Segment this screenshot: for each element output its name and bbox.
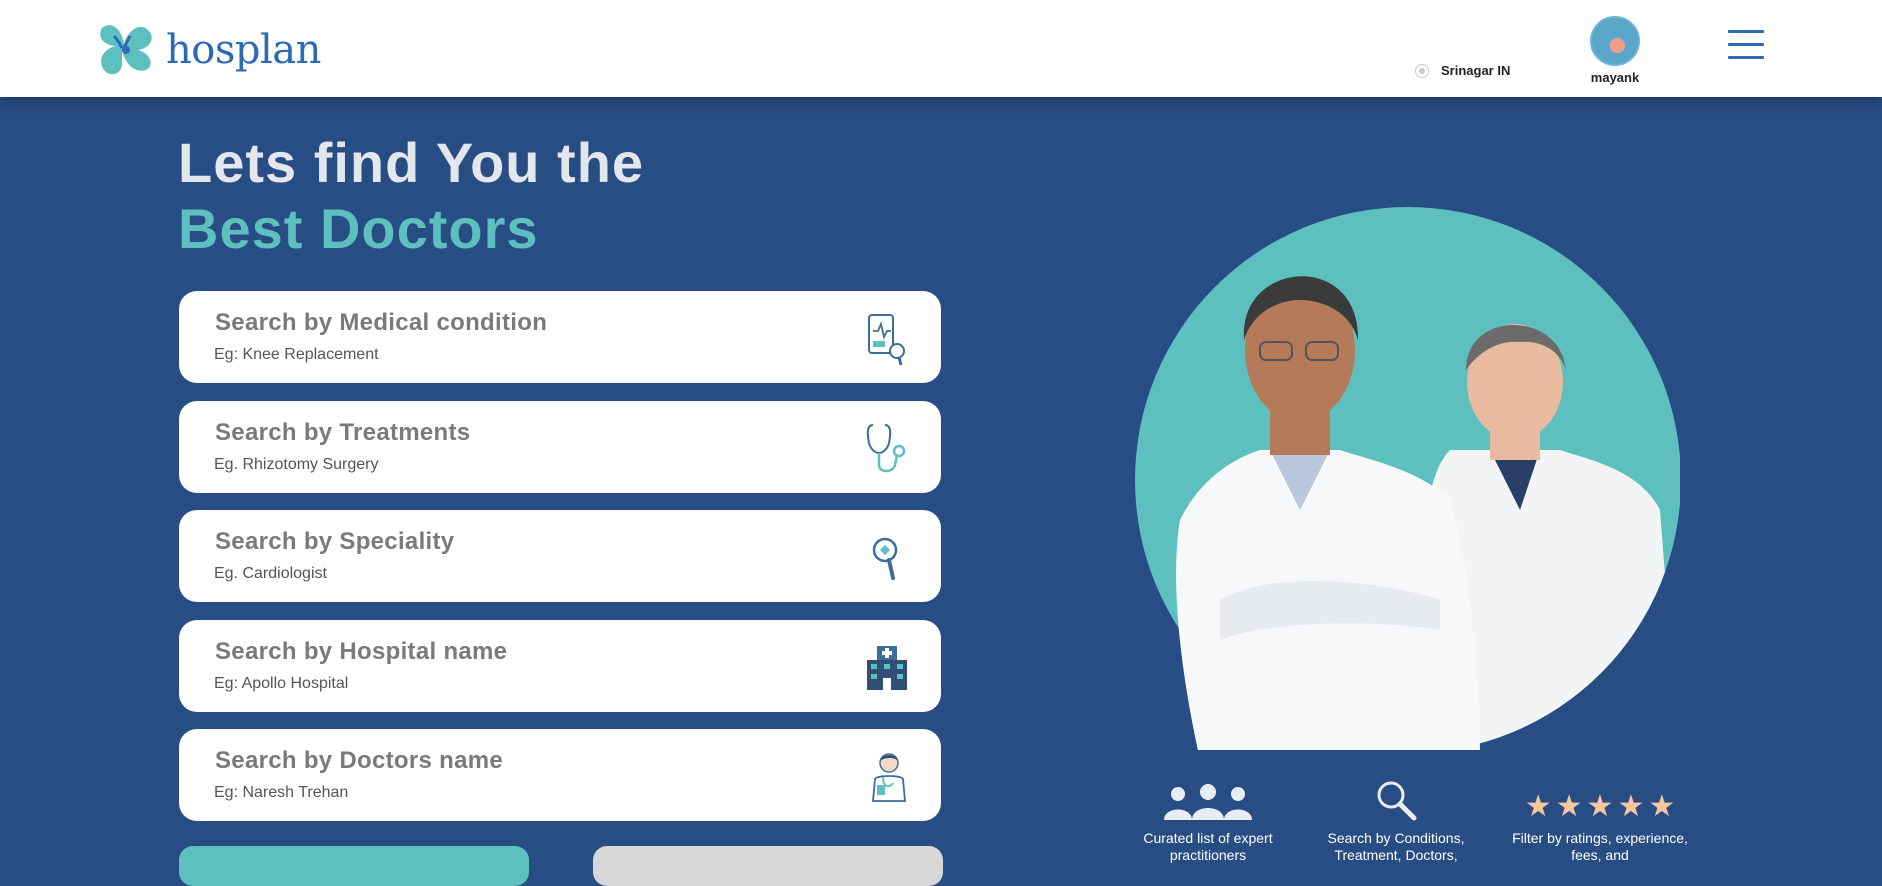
search-treatments-card[interactable]: Search by Treatments Eg. Rhizotomy Surge… [179, 401, 941, 493]
search-doctors-name-card[interactable]: Search by Doctors name Eg: Naresh Trehan [179, 729, 941, 821]
search-medical-condition-card[interactable]: Search by Medical condition Eg: Knee Rep… [179, 291, 941, 383]
search-card-example: Eg: Knee Replacement [214, 346, 379, 363]
search-card-example: Eg: Apollo Hospital [214, 675, 349, 692]
hosplan-logo[interactable]: hosplan [92, 16, 321, 84]
menu-line [1728, 56, 1764, 59]
search-card-example: Eg. Cardiologist [214, 565, 327, 582]
user-profile[interactable]: mayank [1590, 16, 1640, 85]
feature-search-conditions: Search by Conditions, Treatment, Doctors… [1306, 778, 1486, 864]
doctor-icon [872, 753, 906, 802]
search-hospital-name-card[interactable]: Search by Hospital name Eg: Apollo Hospi… [179, 620, 941, 712]
hero-heading: Lets find You the Best Doctors [178, 130, 644, 262]
menu-line [1728, 30, 1764, 33]
location-selector[interactable]: Srinagar IN [1415, 63, 1510, 78]
feature-curated-practitioners: Curated list of expert practitioners [1118, 778, 1298, 864]
secondary-action-button[interactable] [593, 846, 943, 886]
search-card-title: Search by Treatments [215, 419, 471, 446]
feature-text: Curated list of expert practitioners [1143, 830, 1273, 863]
search-card-title: Search by Speciality [215, 528, 455, 555]
magnifier-icon [872, 537, 898, 580]
five-stars-icon: ★ ★ ★ ★ ★ [1510, 778, 1690, 822]
doctors-hero-image [1135, 207, 1680, 750]
search-card-title: Search by Medical condition [215, 309, 548, 336]
hospital-building-icon [867, 646, 907, 690]
feature-text: Filter by ratings, experience, fees, and [1512, 830, 1688, 863]
feature-filter-ratings: ★ ★ ★ ★ ★ Filter by ratings, experience,… [1510, 778, 1690, 864]
hamburger-menu-button[interactable] [1728, 30, 1764, 64]
search-speciality-card[interactable]: Search by Speciality Eg. Cardiologist [179, 510, 941, 602]
medical-report-icon [868, 314, 905, 366]
hero-title-line1: Lets find You the [178, 131, 645, 194]
star-icon: ★ [1586, 790, 1614, 823]
doctors-group-icon [1164, 784, 1252, 820]
brand-name: hosplan [166, 27, 321, 73]
username: mayank [1590, 70, 1640, 85]
star-icon: ★ [1555, 790, 1583, 823]
location-text: Srinagar IN [1441, 63, 1511, 78]
search-icon [1377, 781, 1417, 821]
location-pin-icon [1415, 63, 1429, 78]
search-card-title: Search by Hospital name [215, 638, 508, 665]
feature-text: Search by Conditions, Treatment, Doctors… [1327, 830, 1465, 863]
stethoscope-icon [866, 424, 906, 473]
find-doctors-button[interactable] [179, 846, 529, 886]
star-icon: ★ [1648, 790, 1676, 823]
search-card-example: Eg: Naresh Trehan [214, 784, 349, 801]
hosplan-logo-icon [100, 25, 152, 75]
top-navbar: hosplan Srinagar IN mayank [0, 0, 1882, 97]
menu-line [1728, 43, 1764, 46]
avatar[interactable] [1590, 16, 1640, 66]
star-icon: ★ [1617, 790, 1645, 823]
hero-title-line2: Best Doctors [178, 197, 539, 260]
search-card-title: Search by Doctors name [215, 747, 504, 774]
search-card-example: Eg. Rhizotomy Surgery [214, 456, 379, 473]
star-icon: ★ [1524, 790, 1552, 823]
